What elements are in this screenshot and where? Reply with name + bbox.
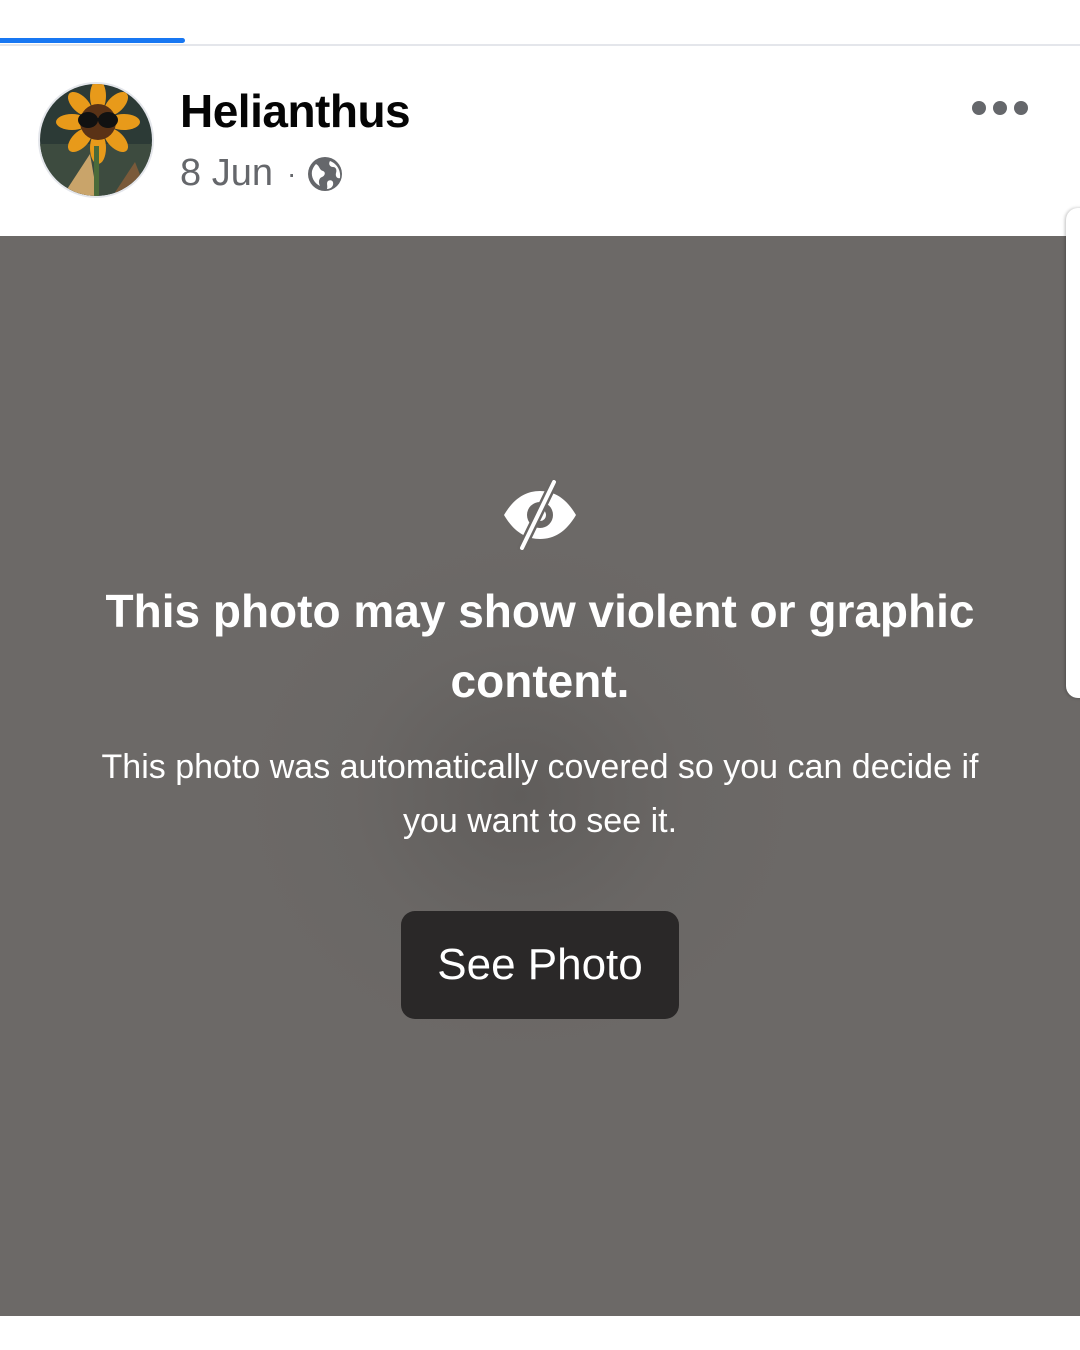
post-meta: 8 Jun · (180, 152, 344, 195)
author-name[interactable]: Helianthus (180, 84, 411, 138)
scrollbar-handle[interactable] (1066, 208, 1080, 698)
post-header: Helianthus 8 Jun · (0, 48, 1080, 236)
post-date[interactable]: 8 Jun (180, 152, 273, 195)
graphic-content-cover: This photo may show violent or graphic c… (0, 236, 1080, 1316)
warning-subtitle: This photo was automatically covered so … (101, 748, 979, 840)
post-footer (0, 1316, 1080, 1350)
meta-separator: · (286, 157, 297, 189)
loading-progress-bar (0, 38, 185, 43)
avatar[interactable] (38, 82, 154, 198)
more-options-icon[interactable] (972, 96, 1028, 120)
globe-icon (308, 156, 343, 191)
sunflower-avatar-image (40, 84, 152, 196)
warning-title: This photo may show violent or graphic c… (105, 585, 975, 707)
top-bar (0, 0, 1080, 46)
see-photo-button[interactable]: See Photo (401, 911, 679, 1019)
eye-slash-icon (504, 480, 576, 550)
